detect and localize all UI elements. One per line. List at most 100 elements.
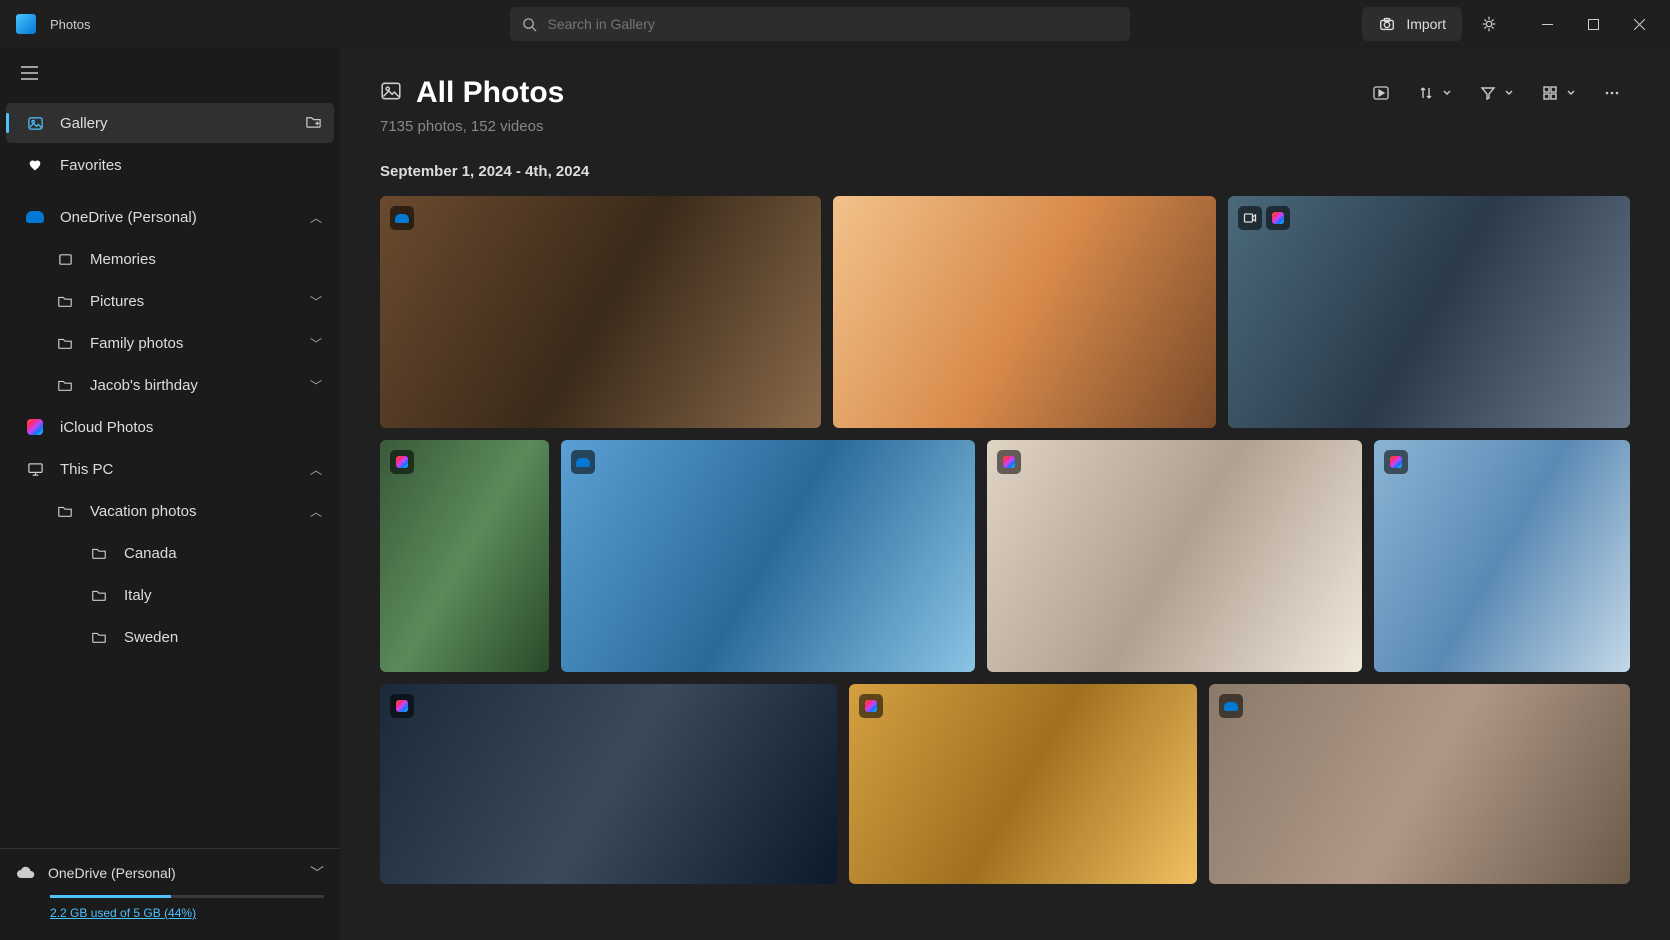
photo-tile[interactable] bbox=[833, 196, 1216, 428]
folder-plus-icon[interactable] bbox=[305, 113, 322, 134]
search-input[interactable] bbox=[547, 16, 1118, 32]
import-label: Import bbox=[1406, 16, 1446, 32]
view-button[interactable] bbox=[1532, 79, 1586, 107]
folder-icon bbox=[88, 587, 110, 603]
folder-icon bbox=[88, 629, 110, 645]
photo-tile[interactable] bbox=[1228, 196, 1630, 428]
heart-icon bbox=[24, 157, 46, 173]
main-content: All Photos 7135 photos, 152 videos Septe… bbox=[340, 48, 1670, 940]
chevron-down-icon[interactable]: ﹀ bbox=[310, 293, 322, 310]
onedrive-badge-icon bbox=[390, 206, 414, 230]
sidebar-item-this-pc[interactable]: This PC ︿ bbox=[6, 449, 334, 489]
search-bar[interactable] bbox=[510, 7, 1130, 41]
chevron-down-icon[interactable]: ﹀ bbox=[310, 377, 322, 394]
search-icon bbox=[522, 17, 537, 32]
chevron-down-icon bbox=[1504, 88, 1514, 98]
icloud-badge-icon bbox=[997, 450, 1021, 474]
gear-icon bbox=[1480, 15, 1498, 33]
date-range: September 1, 2024 - 4th, 2024 bbox=[340, 157, 1670, 196]
sidebar-item-pictures[interactable]: Pictures ﹀ bbox=[6, 281, 334, 321]
photo-tile[interactable] bbox=[987, 440, 1363, 672]
icloud-badge-icon bbox=[1384, 450, 1408, 474]
sidebar-item-vacation-photos[interactable]: Vacation photos ︿ bbox=[6, 491, 334, 531]
folder-icon bbox=[54, 503, 76, 519]
folder-icon bbox=[54, 377, 76, 393]
import-button[interactable]: Import bbox=[1362, 7, 1462, 41]
header-actions bbox=[1362, 78, 1630, 108]
import-icon bbox=[1378, 15, 1396, 33]
sidebar-item-family-photos[interactable]: Family photos ﹀ bbox=[6, 323, 334, 363]
sidebar-item-label: Favorites bbox=[60, 157, 122, 174]
slideshow-button[interactable] bbox=[1362, 78, 1400, 108]
icloud-badge-icon bbox=[859, 694, 883, 718]
hamburger-icon bbox=[21, 66, 38, 80]
icloud-badge-icon bbox=[390, 694, 414, 718]
sidebar-item-label: Family photos bbox=[90, 335, 183, 352]
storage-progress bbox=[50, 895, 324, 898]
sidebar-item-label: Memories bbox=[90, 251, 156, 268]
close-button[interactable] bbox=[1616, 4, 1662, 44]
gallery-grid bbox=[340, 196, 1670, 896]
more-button[interactable] bbox=[1594, 79, 1630, 107]
chevron-up-icon[interactable]: ︿ bbox=[310, 461, 322, 478]
cloud-icon bbox=[24, 211, 46, 223]
sidebar-item-label: Sweden bbox=[124, 629, 178, 646]
sort-icon bbox=[1418, 85, 1434, 101]
sidebar-item-gallery[interactable]: Gallery bbox=[6, 103, 334, 143]
page-title: All Photos bbox=[416, 76, 564, 110]
sidebar-item-jacobs-birthday[interactable]: Jacob's birthday ﹀ bbox=[6, 365, 334, 405]
minimize-button[interactable] bbox=[1524, 4, 1570, 44]
sidebar-item-onedrive[interactable]: OneDrive (Personal) ︿ bbox=[6, 197, 334, 237]
sidebar-item-label: iCloud Photos bbox=[60, 419, 153, 436]
video-badge-icon bbox=[1238, 206, 1262, 230]
sidebar-item-label: Canada bbox=[124, 545, 177, 562]
filter-icon bbox=[1480, 85, 1496, 101]
filter-button[interactable] bbox=[1470, 79, 1524, 107]
cloud-icon bbox=[16, 866, 36, 880]
photo-tile[interactable] bbox=[380, 440, 549, 672]
sidebar: Gallery Favorites OneDrive (Personal) ︿ … bbox=[0, 48, 340, 940]
storage-usage-link[interactable]: 2.2 GB used of 5 GB (44%) bbox=[50, 906, 324, 920]
sidebar-item-label: Gallery bbox=[60, 115, 108, 132]
app-icon bbox=[16, 14, 36, 34]
sidebar-item-sweden[interactable]: Sweden bbox=[6, 617, 334, 657]
grid-icon bbox=[1542, 85, 1558, 101]
sidebar-item-italy[interactable]: Italy bbox=[6, 575, 334, 615]
more-icon bbox=[1604, 85, 1620, 101]
photo-tile[interactable] bbox=[561, 440, 974, 672]
icloud-badge-icon bbox=[390, 450, 414, 474]
photo-tile[interactable] bbox=[380, 684, 837, 884]
main-header: All Photos bbox=[340, 48, 1670, 116]
sidebar-item-label: Italy bbox=[124, 587, 152, 604]
photo-tile[interactable] bbox=[1209, 684, 1630, 884]
settings-button[interactable] bbox=[1468, 7, 1510, 41]
onedrive-badge-icon bbox=[571, 450, 595, 474]
app-title: Photos bbox=[50, 17, 90, 32]
sidebar-item-memories[interactable]: Memories bbox=[6, 239, 334, 279]
chevron-down-icon[interactable]: ﹀ bbox=[310, 335, 322, 352]
photo-tile[interactable] bbox=[849, 684, 1197, 884]
photo-tile[interactable] bbox=[1374, 440, 1630, 672]
sidebar-item-label: Jacob's birthday bbox=[90, 377, 198, 394]
subtitle: 7135 photos, 152 videos bbox=[340, 116, 1670, 157]
onedrive-badge-icon bbox=[1219, 694, 1243, 718]
window-controls bbox=[1524, 4, 1662, 44]
hamburger-button[interactable] bbox=[8, 54, 50, 92]
monitor-icon bbox=[24, 461, 46, 478]
titlebar: Photos Import bbox=[0, 0, 1670, 48]
sidebar-item-icloud[interactable]: iCloud Photos bbox=[6, 407, 334, 447]
folder-icon bbox=[54, 293, 76, 309]
sidebar-item-label: Pictures bbox=[90, 293, 144, 310]
photo-tile[interactable] bbox=[380, 196, 821, 428]
chevron-up-icon[interactable]: ︿ bbox=[310, 503, 322, 520]
sidebar-item-canada[interactable]: Canada bbox=[6, 533, 334, 573]
storage-header[interactable]: OneDrive (Personal) ﹀ bbox=[16, 863, 324, 883]
folder-icon bbox=[88, 545, 110, 561]
slideshow-icon bbox=[1372, 84, 1390, 102]
chevron-up-icon[interactable]: ︿ bbox=[310, 209, 322, 226]
maximize-button[interactable] bbox=[1570, 4, 1616, 44]
sidebar-item-favorites[interactable]: Favorites bbox=[6, 145, 334, 185]
sort-button[interactable] bbox=[1408, 79, 1462, 107]
chevron-down-icon[interactable]: ﹀ bbox=[310, 863, 324, 883]
image-icon bbox=[380, 80, 402, 107]
